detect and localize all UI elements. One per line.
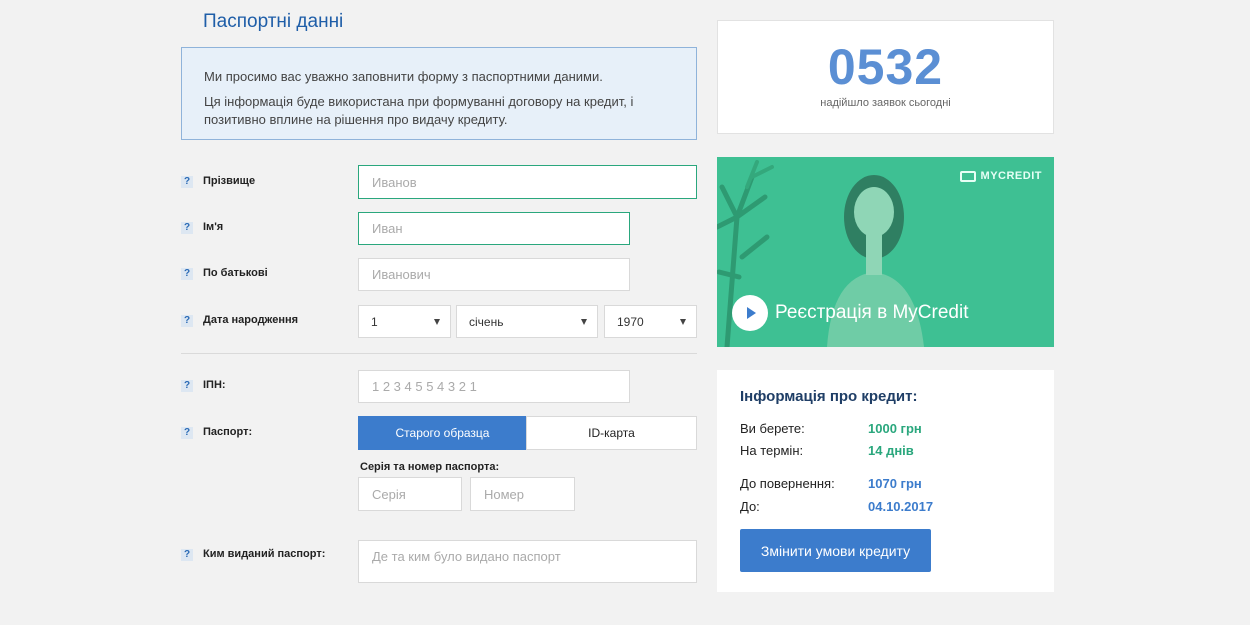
name-label: Ім'я xyxy=(203,221,224,233)
passport-id-card-toggle[interactable]: ID-карта xyxy=(526,416,697,450)
issued-by-placeholder: Де та ким було видано паспорт xyxy=(372,549,561,564)
return-value: 1070 грн xyxy=(868,476,922,491)
until-value: 04.10.2017 xyxy=(868,499,934,514)
play-button[interactable] xyxy=(732,295,768,331)
chevron-down-icon xyxy=(680,318,686,325)
surname-label: Прізвище xyxy=(203,175,256,187)
help-icon[interactable]: ? xyxy=(181,380,193,392)
brand-logo: MYCREDIT xyxy=(959,170,1042,182)
play-icon xyxy=(747,307,756,319)
passport-old-toggle[interactable]: Старого образца xyxy=(358,416,527,450)
video-player[interactable]: MYCREDIT Реєстрація в MyCredit xyxy=(717,157,1054,347)
term-value: 14 днів xyxy=(868,443,914,458)
change-credit-terms-button[interactable]: Змінити умови кредиту xyxy=(740,529,931,572)
birth-day-select[interactable]: 1 xyxy=(358,305,451,338)
passport-number-placeholder: Номер xyxy=(484,486,525,502)
notice-box: Ми просимо вас уважно заповнити форму з … xyxy=(181,47,697,140)
name-input[interactable]: Иван xyxy=(358,212,630,245)
video-title: Реєстрація в MyCredit xyxy=(775,302,969,323)
form-divider xyxy=(181,353,697,354)
birth-month-value: січень xyxy=(469,314,504,329)
birthdate-label: Дата народження xyxy=(203,314,299,326)
ipn-placeholder: 1 2 3 4 5 5 4 3 2 1 xyxy=(372,379,477,394)
take-value: 1000 грн xyxy=(868,421,922,436)
take-label: Ви берете: xyxy=(740,421,805,436)
help-icon[interactable]: ? xyxy=(181,427,193,439)
birth-day-value: 1 xyxy=(371,314,378,329)
surname-input[interactable]: Иванов xyxy=(358,165,697,199)
notice-line-2: Ця інформація буде використана при форму… xyxy=(204,94,634,127)
term-label: На термін: xyxy=(740,443,804,458)
patronymic-input[interactable]: Иванович xyxy=(358,258,630,291)
credit-info-panel: Інформація про кредит: Ви берете: 1000 г… xyxy=(717,370,1054,592)
passport-series-input[interactable]: Серія xyxy=(358,477,462,511)
patronymic-label: По батькові xyxy=(203,267,268,279)
notice-line-1: Ми просимо вас уважно заповнити форму з … xyxy=(204,69,603,84)
patronymic-placeholder: Иванович xyxy=(372,267,431,282)
mycredit-logo-icon xyxy=(959,170,976,182)
surname-placeholder: Иванов xyxy=(372,174,417,190)
help-icon[interactable]: ? xyxy=(181,176,193,188)
passport-series-placeholder: Серія xyxy=(372,486,406,502)
ipn-label: ІПН: xyxy=(203,379,226,391)
issued-by-label: Ким виданий паспорт: xyxy=(203,548,326,560)
issued-by-textarea[interactable]: Де та ким було видано паспорт xyxy=(358,540,697,583)
help-icon[interactable]: ? xyxy=(181,315,193,327)
birth-year-value: 1970 xyxy=(617,314,644,329)
passport-series-number-label: Серія та номер паспорта: xyxy=(360,461,500,473)
until-label: До: xyxy=(740,499,760,514)
brand-name: MYCREDIT xyxy=(980,170,1042,182)
ipn-input[interactable]: 1 2 3 4 5 5 4 3 2 1 xyxy=(358,370,630,403)
chevron-down-icon xyxy=(581,318,587,325)
name-placeholder: Иван xyxy=(372,221,403,236)
chevron-down-icon xyxy=(434,318,440,325)
birth-year-select[interactable]: 1970 xyxy=(604,305,697,338)
counter-value: 0532 xyxy=(827,39,944,95)
page-title: Паспортні данні xyxy=(203,11,344,32)
help-icon[interactable]: ? xyxy=(181,222,193,234)
credit-info-title: Інформація про кредит: xyxy=(740,388,918,405)
birth-month-select[interactable]: січень xyxy=(456,305,598,338)
passport-number-input[interactable]: Номер xyxy=(470,477,575,511)
return-label: До повернення: xyxy=(740,476,835,491)
help-icon[interactable]: ? xyxy=(181,268,193,280)
counter-caption: надійшло заявок сьогодні xyxy=(820,97,951,109)
help-icon[interactable]: ? xyxy=(181,549,193,561)
passport-label: Паспорт: xyxy=(203,426,253,438)
applications-counter: 0532 надійшло заявок сьогодні xyxy=(717,20,1054,134)
